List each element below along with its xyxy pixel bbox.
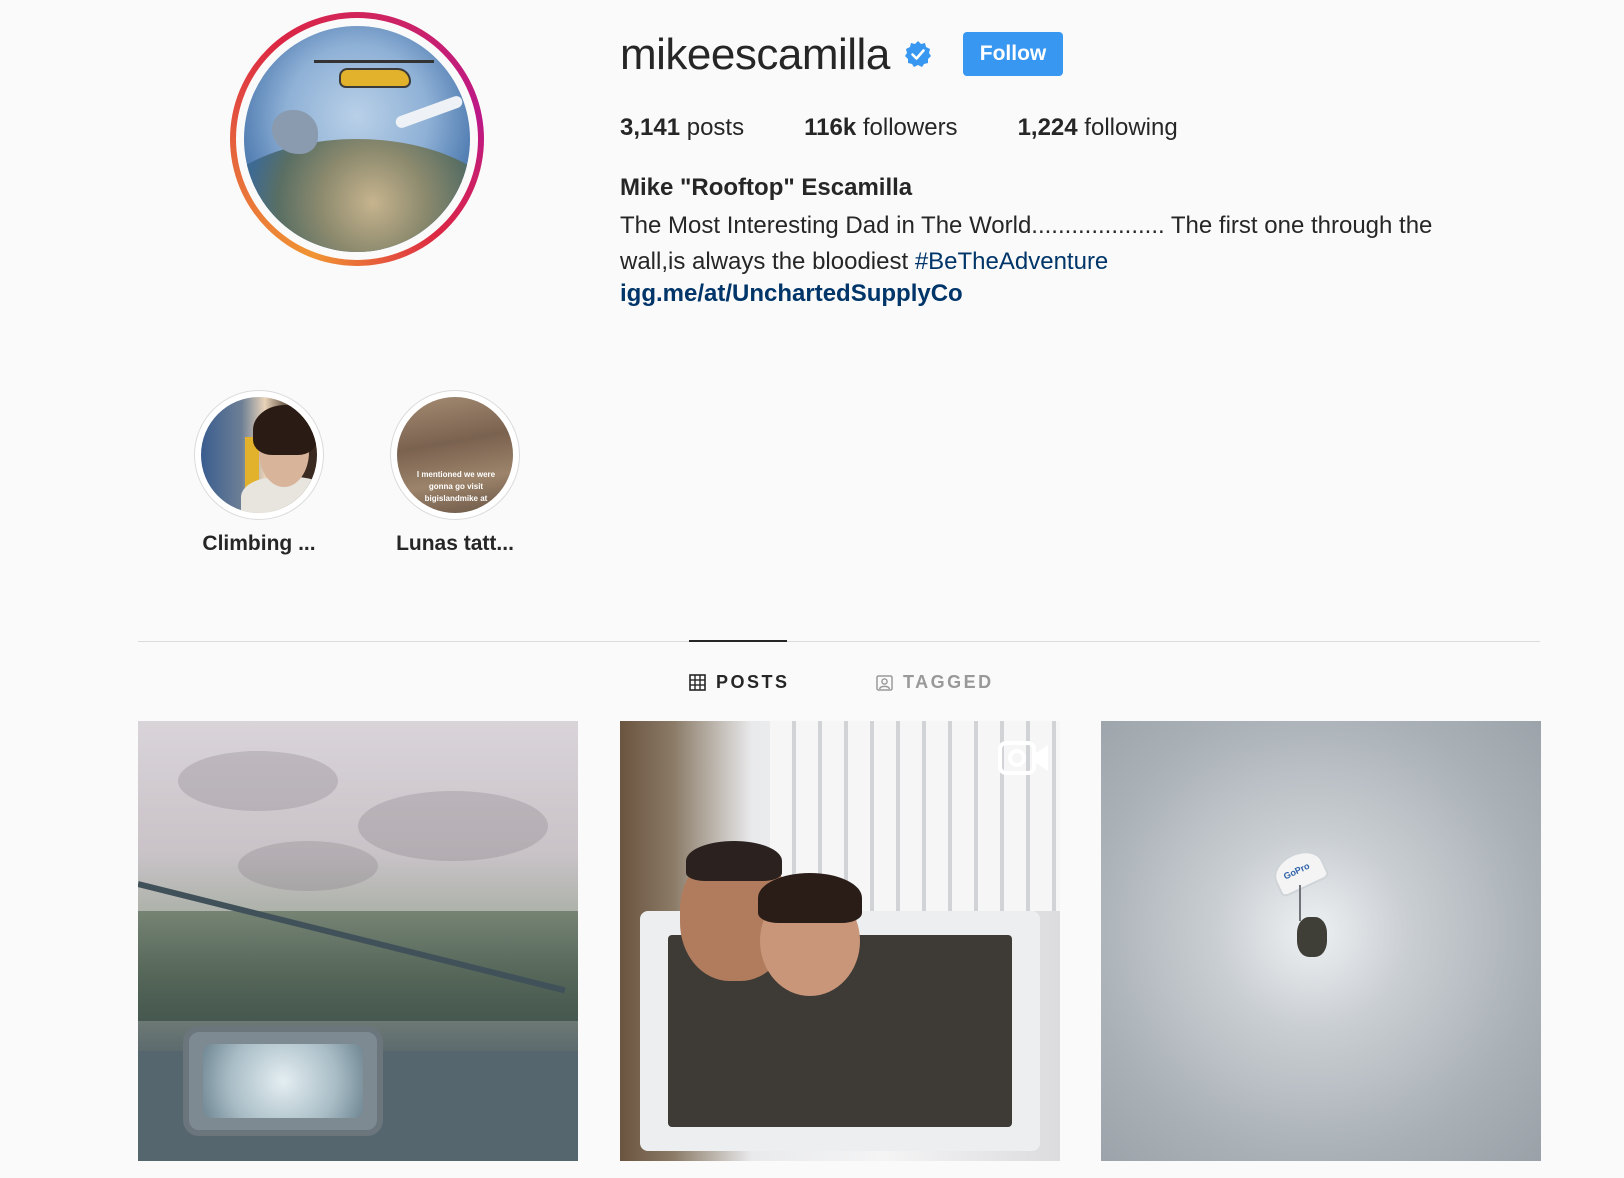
- bio: The Most Interesting Dad in The World...…: [620, 208, 1500, 280]
- tab-posts-label: POSTS: [716, 672, 790, 692]
- tab-tagged[interactable]: TAGGED: [876, 672, 994, 693]
- follow-button[interactable]: Follow: [963, 32, 1063, 76]
- active-tab-indicator: [689, 640, 787, 642]
- skydiver: [1297, 917, 1327, 957]
- following-count: 1,224: [1017, 114, 1078, 141]
- grid-icon: [689, 674, 706, 691]
- full-name: Mike "Rooftop" Escamilla: [620, 174, 913, 201]
- tabs-divider: [138, 641, 1540, 642]
- highlight-caption: I mentioned we were gonna go visit bigis…: [416, 470, 496, 503]
- video-icon: [998, 741, 1048, 775]
- following-stat[interactable]: 1,224 following: [1018, 114, 1178, 142]
- avatar-image: [244, 26, 470, 252]
- story-highlight[interactable]: Climbing ...: [174, 390, 344, 556]
- hot-tub: [183, 1026, 383, 1136]
- highlight-label: Climbing ...: [202, 532, 316, 555]
- story-highlight[interactable]: I mentioned we were gonna go visit bigis…: [370, 390, 540, 556]
- followers-label: followers: [862, 114, 958, 141]
- followers-stat[interactable]: 116k followers: [804, 114, 957, 142]
- post-thumbnail[interactable]: [138, 721, 578, 1161]
- following-label: following: [1084, 114, 1178, 141]
- username: mikeescamilla: [620, 30, 890, 79]
- verified-badge-icon: [905, 41, 931, 67]
- website-link[interactable]: igg.me/at/UnchartedSupplyCo: [620, 280, 963, 308]
- highlight-label: Lunas tatt...: [396, 532, 514, 555]
- tag-person-icon: [876, 675, 893, 691]
- profile-page: mikeescamilla Follow 3,141 posts 116k fo…: [0, 0, 1624, 1178]
- followers-count: 116k: [804, 114, 857, 141]
- tab-tagged-label: TAGGED: [903, 672, 994, 692]
- posts-stat: 3,141 posts: [620, 114, 744, 142]
- profile-stats: 3,141 posts 116k followers 1,224 followi…: [620, 114, 1178, 142]
- highlight-thumbnail: I mentioned we were gonna go visit bigis…: [397, 397, 513, 513]
- profile-avatar[interactable]: [230, 12, 484, 266]
- tab-posts[interactable]: POSTS: [689, 672, 790, 693]
- highlight-thumbnail: [201, 397, 317, 513]
- bio-hashtag-link[interactable]: #BeTheAdventure: [915, 248, 1108, 275]
- posts-count: 3,141: [620, 114, 681, 141]
- post-thumbnail[interactable]: [620, 721, 1060, 1161]
- post-thumbnail[interactable]: GoPro: [1101, 721, 1541, 1161]
- posts-label: posts: [686, 114, 745, 141]
